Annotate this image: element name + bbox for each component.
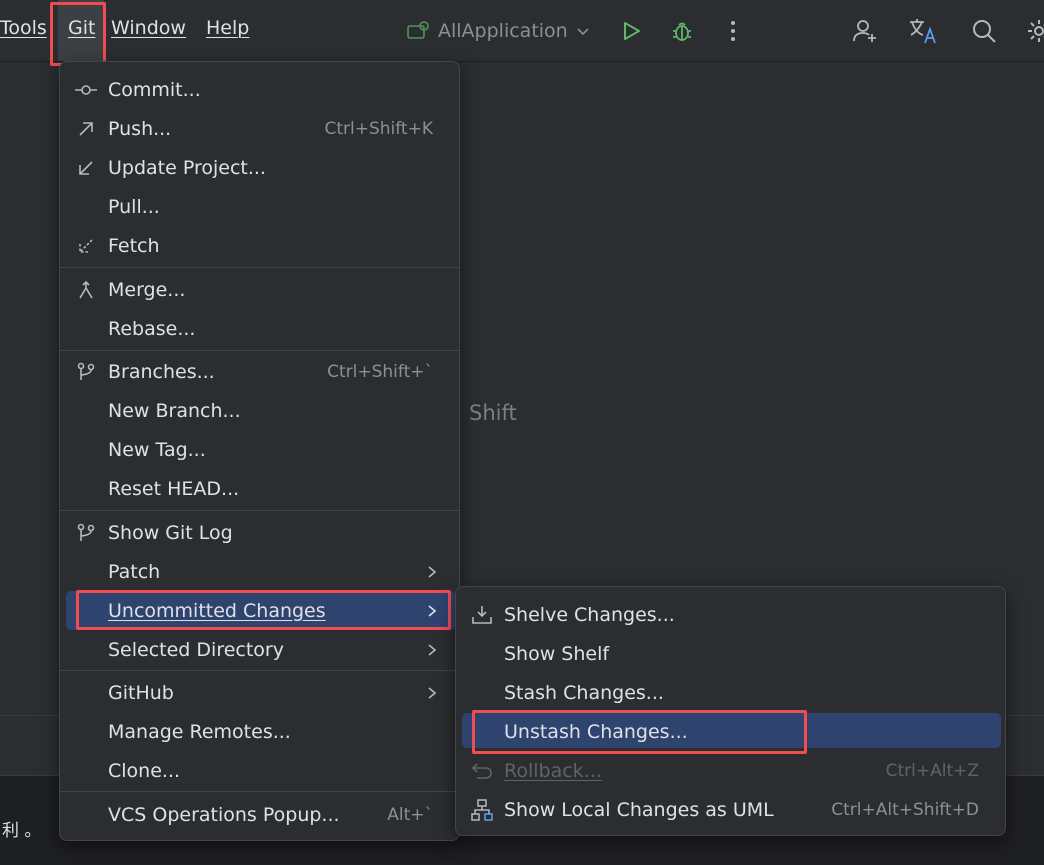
menu-item-label: Manage Remotes... xyxy=(108,720,291,743)
menu-item-selected-directory[interactable]: Selected Directory xyxy=(60,630,459,669)
menu-item-label: Show Local Changes as UML xyxy=(504,798,774,821)
run-icon[interactable] xyxy=(614,14,648,48)
chevron-down-icon xyxy=(576,24,590,38)
merge-icon xyxy=(74,278,98,302)
menu-item-uncommitted-changes[interactable]: Uncommitted Changes xyxy=(60,591,459,630)
menu-item-label: Reset HEAD... xyxy=(108,477,240,500)
menu-item-github[interactable]: GitHub xyxy=(60,673,459,712)
menu-item-label: Clone... xyxy=(108,759,181,782)
menu-item-clone[interactable]: Clone... xyxy=(60,751,459,790)
menu-git[interactable]: Git xyxy=(68,17,95,39)
menu-item-label: Update Project... xyxy=(108,156,266,179)
translate-icon[interactable] xyxy=(906,14,940,48)
rollback-icon xyxy=(470,759,494,783)
git-log-icon xyxy=(74,521,98,545)
fetch-arrow-icon xyxy=(74,234,98,258)
menu-window[interactable]: Window xyxy=(111,17,186,39)
update-arrow-icon xyxy=(74,156,98,180)
menu-item-label: VCS Operations Popup... xyxy=(108,803,340,826)
shelve-icon xyxy=(470,603,494,627)
menu-item-shelve-changes[interactable]: Shelve Changes... xyxy=(456,595,1005,634)
menu-item-label: Merge... xyxy=(108,278,186,301)
menu-separator xyxy=(60,510,459,511)
menu-item-reset-head[interactable]: Reset HEAD... xyxy=(60,469,459,508)
menu-separator xyxy=(60,791,459,792)
chevron-right-icon xyxy=(425,643,439,657)
menu-item-label: GitHub xyxy=(108,681,174,704)
menu-item-rebase[interactable]: Rebase... xyxy=(60,309,459,348)
menu-item-merge[interactable]: Merge... xyxy=(60,270,459,309)
uncommitted-changes-submenu: Shelve Changes... Show Shelf Stash Chang… xyxy=(455,586,1006,836)
editor-hint-text: Shift xyxy=(469,401,517,425)
shortcut-label: Ctrl+Alt+Z xyxy=(885,760,979,781)
menu-separator xyxy=(60,350,459,351)
run-config-selector[interactable]: AllApplication xyxy=(406,14,590,48)
more-options-icon[interactable] xyxy=(716,14,750,48)
git-menu: Commit... Push... Ctrl+Shift+K Update Pr… xyxy=(59,61,460,841)
menu-item-label: New Tag... xyxy=(108,438,206,461)
menu-item-label: New Branch... xyxy=(108,399,241,422)
menu-item-label: Unstash Changes... xyxy=(504,720,688,743)
console-text: 利 。 xyxy=(2,821,42,841)
menu-item-label: Show Shelf xyxy=(504,642,610,665)
menu-item-label: Commit... xyxy=(108,78,201,101)
debug-icon[interactable] xyxy=(665,14,699,48)
menu-item-show-shelf[interactable]: Show Shelf xyxy=(456,634,1005,673)
run-config-icon xyxy=(406,20,430,42)
shortcut-label: Ctrl+Alt+Shift+D xyxy=(831,799,979,820)
menu-separator xyxy=(60,267,459,268)
shortcut-label: Ctrl+Shift+` xyxy=(327,361,433,382)
menu-item-branches[interactable]: Branches... Ctrl+Shift+` xyxy=(60,352,459,391)
menu-item-fetch[interactable]: Fetch xyxy=(60,226,459,265)
menu-item-update-project[interactable]: Update Project... xyxy=(60,148,459,187)
menu-item-patch[interactable]: Patch xyxy=(60,552,459,591)
search-icon[interactable] xyxy=(967,14,1001,48)
menu-item-label: Fetch xyxy=(108,234,160,257)
run-config-label: AllApplication xyxy=(438,20,568,42)
menu-item-new-branch[interactable]: New Branch... xyxy=(60,391,459,430)
menu-item-label: Rollback... xyxy=(504,759,602,782)
uml-diagram-icon xyxy=(470,798,494,822)
chevron-right-icon xyxy=(425,604,439,618)
chevron-right-icon xyxy=(425,565,439,579)
menu-item-push[interactable]: Push... Ctrl+Shift+K xyxy=(60,109,459,148)
menu-item-label: Shelve Changes... xyxy=(504,603,675,626)
menu-item-label: Uncommitted Changes xyxy=(108,599,326,622)
menu-item-show-git-log[interactable]: Show Git Log xyxy=(60,513,459,552)
menu-help[interactable]: Help xyxy=(206,17,249,39)
menu-separator xyxy=(60,670,459,671)
branch-icon xyxy=(74,360,98,384)
menu-item-label: Push... xyxy=(108,117,172,140)
menu-item-label: Pull... xyxy=(108,195,160,218)
menu-item-unstash-changes[interactable]: Unstash Changes... xyxy=(456,712,1005,751)
shortcut-label: Ctrl+Shift+K xyxy=(324,118,433,139)
shortcut-label: Alt+` xyxy=(387,804,433,825)
menu-item-stash-changes[interactable]: Stash Changes... xyxy=(456,673,1005,712)
menu-item-label: Show Git Log xyxy=(108,521,233,544)
menu-item-label: Rebase... xyxy=(108,317,196,340)
menu-item-show-local-changes-uml[interactable]: Show Local Changes as UML Ctrl+Alt+Shift… xyxy=(456,790,1005,829)
menu-item-pull[interactable]: Pull... xyxy=(60,187,459,226)
menu-item-label: Patch xyxy=(108,560,161,583)
commit-icon xyxy=(74,78,98,102)
menu-item-label: Selected Directory xyxy=(108,638,284,661)
menu-item-rollback[interactable]: Rollback... Ctrl+Alt+Z xyxy=(456,751,1005,790)
settings-gear-icon[interactable] xyxy=(1022,14,1044,48)
menu-tools[interactable]: Tools xyxy=(0,17,47,39)
chevron-right-icon xyxy=(425,686,439,700)
menu-item-manage-remotes[interactable]: Manage Remotes... xyxy=(60,712,459,751)
menu-item-new-tag[interactable]: New Tag... xyxy=(60,430,459,469)
menu-item-label: Branches... xyxy=(108,360,215,383)
menu-item-vcs-operations-popup[interactable]: VCS Operations Popup... Alt+` xyxy=(60,795,459,834)
menu-item-commit[interactable]: Commit... xyxy=(60,70,459,109)
push-arrow-icon xyxy=(74,117,98,141)
add-user-icon[interactable] xyxy=(848,14,882,48)
menu-item-label: Stash Changes... xyxy=(504,681,664,704)
